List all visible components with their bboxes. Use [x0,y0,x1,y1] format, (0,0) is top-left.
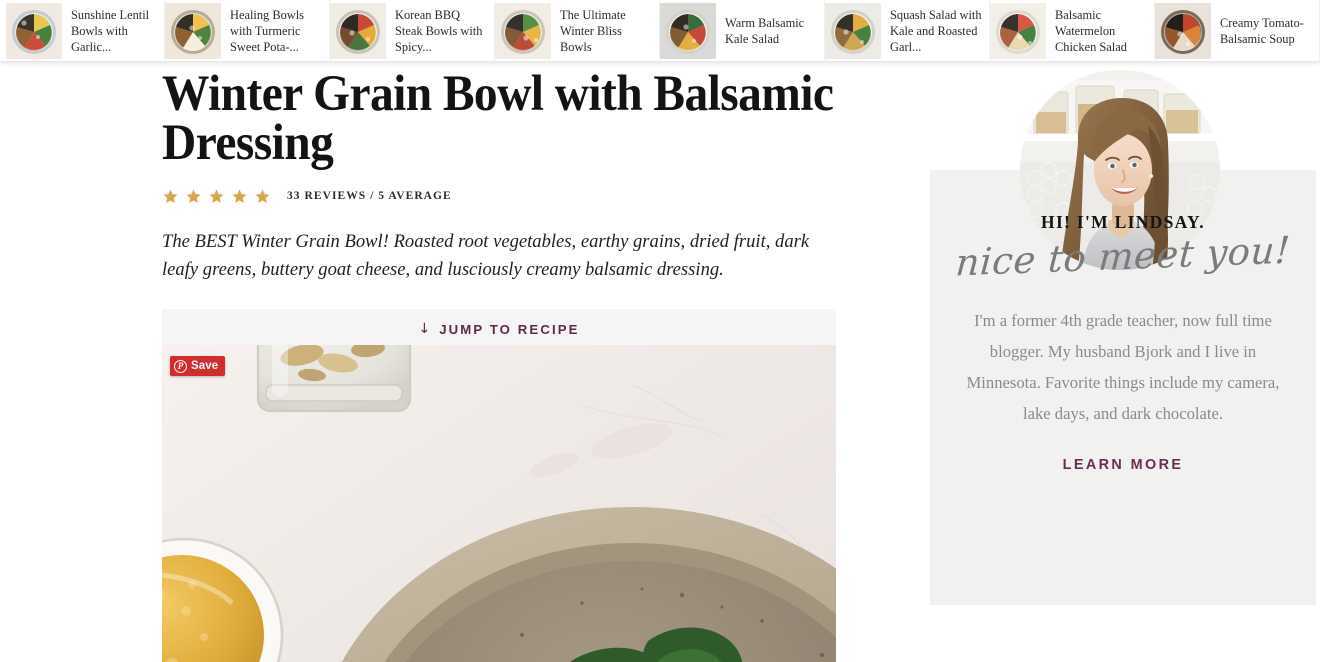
sidebar: HI! I'M LINDSAY. nice to meet you! I'm a… [900,62,1320,662]
carousel-item-title: Balsamic Watermelon Chicken Salad [1055,8,1127,54]
about-bio-text: I'm a former 4th grade teacher, now full… [966,311,1280,423]
jump-to-recipe-label: JUMP TO RECIPE [439,321,580,337]
related-recipes-carousel[interactable]: Sunshine Lentil Bowls with Garlic... Heal… [0,0,1320,62]
star-icon[interactable] [254,188,271,205]
carousel-item[interactable]: Balsamic Watermelon Chicken Salad [990,0,1155,61]
balsamic-watermelon-chicken-salad-thumb [990,3,1046,59]
star-icon[interactable] [208,188,225,205]
winter-grain-bowl-photo [162,345,836,662]
jump-to-recipe-button[interactable]: ↓ JUMP TO RECIPE [162,309,836,349]
carousel-item-title: Creamy Tomato-Balsamic Soup [1220,16,1304,46]
star-icon[interactable] [231,188,248,205]
arrow-down-icon: ↓ [418,321,431,337]
about-script-line: nice to meet you! [954,228,1292,285]
carousel-item[interactable]: Korean BBQ Steak Bowls with Spicy... [330,0,495,61]
carousel-item[interactable]: Healing Bowls with Turmeric Sweet Pota-.… [165,0,330,61]
hero-image-container: P Save [162,345,836,662]
squash-salad-thumb [825,3,881,59]
star-icon[interactable] [162,188,179,205]
learn-more-link[interactable]: LEARN MORE [1063,457,1184,473]
carousel-item-title: Squash Salad with Kale and Roasted Garl.… [890,8,982,54]
carousel-item[interactable]: The Ultimate Winter Bliss Bowls [495,0,660,61]
pinterest-icon: P [174,359,187,373]
carousel-item[interactable]: Sunshine Lentil Bowls with Garlic... [0,0,165,61]
sunshine-lentil-bowls-thumb [6,3,62,59]
carousel-item-title: Warm Balsamic Kale Salad [725,16,805,46]
carousel-item-title: Korean BBQ Steak Bowls with Spicy... [395,8,483,54]
rating-row: 33 REVIEWS / 5 AVERAGE [162,186,836,206]
warm-balsamic-kale-salad-thumb [660,3,716,59]
article-content-column: Winter Grain Bowl with Balsamic Dressing… [162,62,836,349]
pinterest-save-label: Save [191,360,219,372]
carousel-item-title: Sunshine Lentil Bowls with Garlic... [71,8,150,54]
about-author-content: HI! I'M LINDSAY. nice to meet you! I'm a… [930,212,1316,474]
winter-bliss-bowls-thumb [495,3,551,59]
review-summary-text: 33 REVIEWS / 5 AVERAGE [287,190,452,202]
star-icon[interactable] [185,188,202,205]
carousel-item[interactable]: Creamy Tomato-Balsamic Soup [1155,0,1320,61]
carousel-item[interactable]: Warm Balsamic Kale Salad [660,0,825,61]
creamy-tomato-balsamic-soup-thumb [1155,3,1211,59]
healing-bowls-thumb [165,3,221,59]
page-title: Winter Grain Bowl with Balsamic Dressing [162,66,834,171]
carousel-item-title: The Ultimate Winter Bliss Bowls [560,8,626,54]
carousel-item-title: Healing Bowls with Turmeric Sweet Pota-.… [230,8,304,54]
pinterest-save-button[interactable]: P Save [170,356,226,376]
recipe-summary-text: The BEST Winter Grain Bowl! Roasted root… [162,231,810,280]
carousel-item[interactable]: Squash Salad with Kale and Roasted Garl.… [825,0,990,61]
star-rating[interactable] [162,188,271,205]
korean-bbq-steak-bowls-thumb [330,3,386,59]
